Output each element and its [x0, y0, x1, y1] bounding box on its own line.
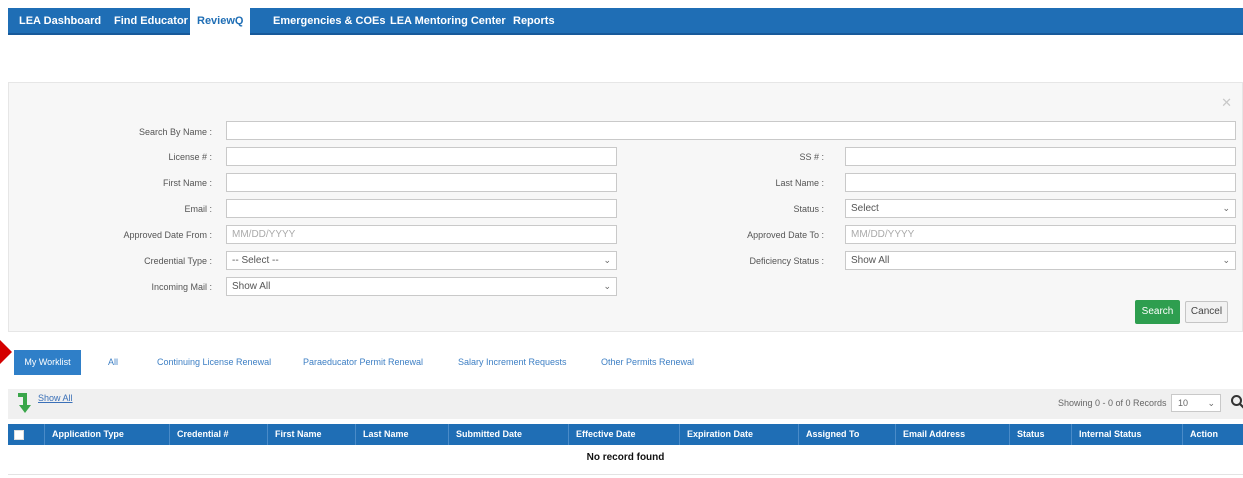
tab-paraeducator-permit-renewal[interactable]: Paraeducator Permit Renewal — [303, 350, 423, 375]
search-icon[interactable] — [1230, 394, 1243, 410]
grid-toolbar: Show All Showing 0 - 0 of 0 Records 10 ⌄ — [8, 389, 1243, 419]
page-size-select[interactable]: 10 ⌄ — [1171, 394, 1221, 412]
email-label: Email : — [184, 204, 212, 214]
chevron-down-icon: ⌄ — [1222, 203, 1230, 213]
search-by-name-input[interactable] — [226, 121, 1236, 140]
approved-to-label: Approved Date To : — [747, 230, 824, 240]
chevron-down-icon: ⌄ — [1207, 398, 1215, 408]
chevron-down-icon: ⌄ — [603, 255, 611, 265]
records-count: Showing 0 - 0 of 0 Records — [1058, 398, 1167, 408]
tab-salary-increment-requests[interactable]: Salary Increment Requests — [458, 350, 567, 375]
approved-from-label: Approved Date From : — [123, 230, 212, 240]
email-input[interactable] — [226, 199, 617, 218]
credential-type-value: -- Select -- — [232, 255, 279, 266]
column-assigned-to[interactable]: Assigned To — [798, 424, 895, 445]
search-panel: ✕ Search By Name : License # : SS # : Fi… — [8, 82, 1243, 332]
tab-my-worklist[interactable]: My Worklist — [14, 350, 81, 375]
nav-lea-dashboard[interactable]: LEA Dashboard — [12, 8, 108, 35]
tab-all[interactable]: All — [108, 350, 118, 375]
search-button[interactable]: Search — [1135, 300, 1180, 324]
close-icon[interactable]: ✕ — [1221, 95, 1232, 111]
nav-emergencies-coes[interactable]: Emergencies & COEs — [266, 8, 393, 35]
cancel-button[interactable]: Cancel — [1185, 301, 1228, 323]
ss-input[interactable] — [845, 147, 1236, 166]
nav-find-educator[interactable]: Find Educator — [107, 8, 195, 35]
deficiency-status-label: Deficiency Status : — [749, 256, 824, 266]
table-header: Application Type Credential # First Name… — [8, 424, 1243, 445]
column-action: Action — [1182, 424, 1243, 445]
last-name-input[interactable] — [845, 173, 1236, 192]
approved-from-input[interactable]: MM/DD/YYYY — [226, 225, 617, 244]
incoming-mail-select[interactable]: Show All ⌄ — [226, 277, 617, 296]
column-first-name[interactable]: First Name — [267, 424, 355, 445]
tab-continuing-license-renewal[interactable]: Continuing License Renewal — [157, 350, 271, 375]
license-input[interactable] — [226, 147, 617, 166]
nav-reports[interactable]: Reports — [506, 8, 562, 35]
first-name-input[interactable] — [226, 173, 617, 192]
column-submitted-date[interactable]: Submitted Date — [448, 424, 568, 445]
first-name-label: First Name : — [162, 178, 212, 188]
credential-type-select[interactable]: -- Select -- ⌄ — [226, 251, 617, 270]
ss-label: SS # : — [799, 152, 824, 162]
incoming-mail-value: Show All — [232, 281, 271, 292]
status-select[interactable]: Select ⌄ — [845, 199, 1236, 218]
approved-to-input[interactable]: MM/DD/YYYY — [845, 225, 1236, 244]
deficiency-status-value: Show All — [851, 255, 890, 266]
column-email-address[interactable]: Email Address — [895, 424, 1009, 445]
pointer-arrow-icon — [0, 340, 12, 364]
status-value: Select — [851, 203, 879, 214]
deficiency-status-select[interactable]: Show All ⌄ — [845, 251, 1236, 270]
column-application-type[interactable]: Application Type — [44, 424, 168, 445]
tab-other-permits-renewal[interactable]: Other Permits Renewal — [601, 350, 694, 375]
search-by-name-label: Search By Name : — [138, 127, 212, 137]
license-label: License # : — [168, 152, 212, 162]
column-expiration-date[interactable]: Expiration Date — [679, 424, 798, 445]
column-effective-date[interactable]: Effective Date — [568, 424, 679, 445]
nav-reviewq[interactable]: ReviewQ — [190, 8, 251, 37]
incoming-mail-label: Incoming Mail : — [151, 282, 212, 292]
page-size-value: 10 — [1178, 398, 1189, 408]
top-navbar: LEA Dashboard Find Educator ReviewQ Emer… — [8, 8, 1243, 37]
last-name-label: Last Name : — [775, 178, 824, 188]
approved-from-placeholder: MM/DD/YYYY — [232, 229, 296, 240]
column-status[interactable]: Status — [1009, 424, 1071, 445]
green-down-arrow-icon[interactable] — [18, 392, 32, 414]
credential-type-label: Credential Type : — [144, 256, 212, 266]
column-last-name[interactable]: Last Name — [355, 424, 448, 445]
status-label: Status : — [793, 204, 824, 214]
chevron-down-icon: ⌄ — [1222, 255, 1230, 265]
empty-table-message: No record found — [586, 452, 665, 463]
show-all-link[interactable]: Show All — [38, 393, 73, 403]
column-internal-status[interactable]: Internal Status — [1071, 424, 1182, 445]
chevron-down-icon: ⌄ — [603, 281, 611, 291]
select-all-checkbox[interactable] — [14, 430, 24, 440]
nav-lea-mentoring-center[interactable]: LEA Mentoring Center — [383, 8, 513, 35]
column-credential-number[interactable]: Credential # — [169, 424, 267, 445]
approved-to-placeholder: MM/DD/YYYY — [851, 229, 915, 240]
table-bottom-border — [8, 474, 1243, 475]
